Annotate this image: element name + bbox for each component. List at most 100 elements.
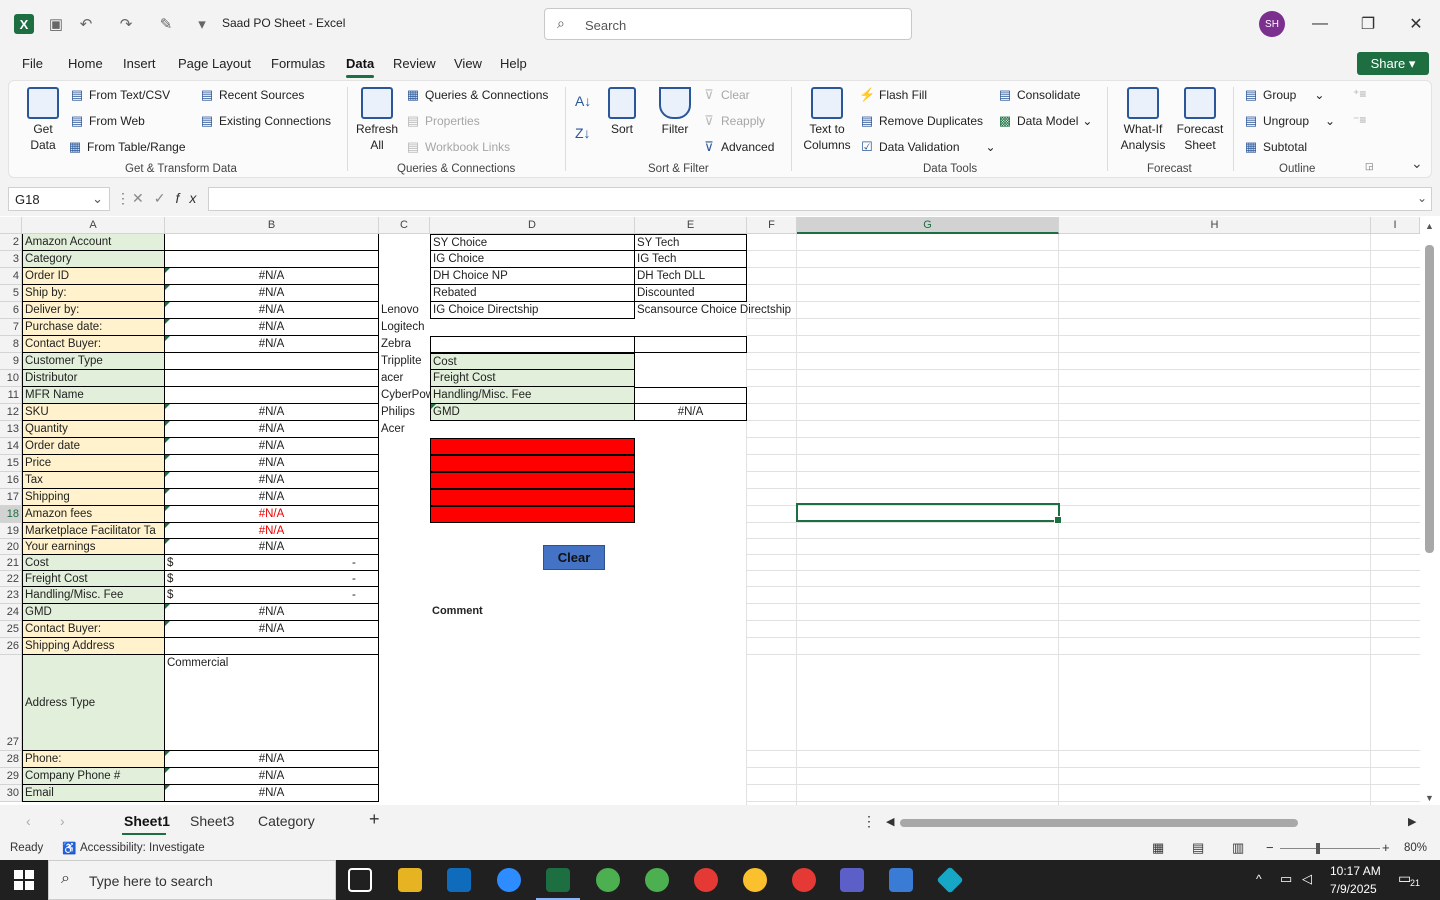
brand-list-item[interactable]: Logitech <box>379 319 430 336</box>
cell-value[interactable]: #N/A <box>165 768 379 785</box>
row-header[interactable]: 14 <box>0 438 22 455</box>
chevron-up-icon[interactable]: ^ <box>1256 872 1262 886</box>
summary-label[interactable]: GMD <box>430 404 635 421</box>
vertical-scroll-thumb[interactable] <box>1425 245 1434 553</box>
summary-label[interactable]: Freight Cost <box>430 370 635 387</box>
row-header[interactable]: 3 <box>0 251 22 268</box>
distributor-option[interactable]: IG Tech <box>635 251 747 268</box>
cell-value[interactable]: #N/A <box>165 604 379 621</box>
cell-label[interactable]: Ship by: <box>22 285 165 302</box>
flash-fill-button[interactable]: ⚡ Flash Fill <box>859 87 927 103</box>
cell-label[interactable]: Tax <box>22 472 165 489</box>
cell-value[interactable] <box>165 353 379 370</box>
more-options-icon[interactable]: ⋮ <box>862 813 876 830</box>
cell-label[interactable]: Category <box>22 251 165 268</box>
cell-value[interactable]: #N/A <box>165 539 379 555</box>
red-alert-cell[interactable] <box>430 438 635 455</box>
row-header[interactable]: 22 <box>0 571 22 587</box>
column-header-h[interactable]: H <box>1059 217 1371 234</box>
normal-view-icon[interactable]: ▦ <box>1152 840 1164 856</box>
cell-label[interactable]: Address Type <box>22 655 165 751</box>
accessibility-status[interactable]: Accessibility: Investigate <box>80 842 205 854</box>
from-text-csv-button[interactable]: ▤ From Text/CSV <box>69 87 170 103</box>
clock-time[interactable]: 10:17 AM <box>1330 864 1381 878</box>
cell-value[interactable] <box>165 387 379 404</box>
row-header[interactable]: 23 <box>0 587 22 604</box>
cell-label[interactable]: Your earnings <box>22 539 165 555</box>
distributor-option[interactable]: SY Tech <box>635 234 747 251</box>
consolidate-button[interactable]: ▤ Consolidate <box>997 87 1081 103</box>
cell-value[interactable]: $ <box>165 587 379 604</box>
scroll-down-icon[interactable]: ▼ <box>1425 793 1434 803</box>
row-header[interactable]: 10 <box>0 370 22 387</box>
cell-value[interactable]: #N/A <box>165 438 379 455</box>
more-options-icon[interactable]: ⋮ <box>116 190 130 207</box>
column-header-e[interactable]: E <box>635 217 747 234</box>
search-box[interactable]: ⌕ Search <box>544 8 912 40</box>
distributor-option[interactable]: Discounted <box>635 285 747 302</box>
column-header-c[interactable]: C <box>379 217 430 234</box>
row-header[interactable]: 18 <box>0 506 22 523</box>
empty-cell[interactable] <box>635 387 747 404</box>
recent-sources-button[interactable]: ▤ Recent Sources <box>199 87 305 103</box>
cell-label[interactable]: Amazon Account <box>22 234 165 251</box>
queries-connections-button[interactable]: ▦ Queries & Connections <box>405 87 549 103</box>
enter-icon[interactable]: ✓ <box>154 190 176 206</box>
properties-button[interactable]: ▤ Properties <box>405 113 480 129</box>
summary-label[interactable]: Handling/Misc. Fee <box>430 387 635 404</box>
menu-file[interactable]: File <box>22 56 43 71</box>
cell-label[interactable]: Email <box>22 785 165 802</box>
row-header[interactable]: 20 <box>0 539 22 555</box>
cell-value[interactable]: #N/A <box>165 751 379 768</box>
chrome-icon[interactable] <box>743 868 767 892</box>
cell-value[interactable]: #N/A <box>165 319 379 336</box>
row-header[interactable]: 6 <box>0 302 22 319</box>
cell-value[interactable]: #N/A <box>165 621 379 638</box>
forecast-sheet-button[interactable]: Forecast Sheet <box>1175 87 1225 153</box>
brand-list-item[interactable]: Acer <box>379 421 430 438</box>
menu-page-layout[interactable]: Page Layout <box>178 56 251 71</box>
data-validation-button[interactable]: ☑ Data Validation ⌄ <box>859 139 995 155</box>
advanced-filter-button[interactable]: ⊽ Advanced <box>701 139 774 155</box>
chrome-icon[interactable] <box>694 868 718 892</box>
cell-label[interactable]: Price <box>22 455 165 472</box>
network-icon[interactable]: ▭ <box>1280 871 1292 887</box>
column-header-a[interactable]: A <box>22 217 165 234</box>
get-data-button[interactable]: Get Data <box>23 87 63 153</box>
cell-label[interactable]: Order date <box>22 438 165 455</box>
app-icon[interactable] <box>936 866 964 894</box>
select-all-corner[interactable] <box>0 217 22 234</box>
cell-value[interactable]: #N/A <box>165 268 379 285</box>
close-icon[interactable]: ✕ <box>1404 12 1428 36</box>
scroll-left-icon[interactable]: ◀ <box>886 815 894 828</box>
cell-label[interactable]: SKU <box>22 404 165 421</box>
zoom-slider[interactable] <box>1280 848 1380 849</box>
row-header[interactable]: 30 <box>0 785 22 802</box>
cell-label[interactable]: Freight Cost <box>22 571 165 587</box>
gmd-value[interactable]: #N/A <box>635 404 747 421</box>
row-header[interactable]: 25 <box>0 621 22 638</box>
taskbar-search[interactable]: ⌕ Type here to search <box>48 860 336 900</box>
brand-list-item[interactable]: Lenovo <box>379 302 430 319</box>
clear-button[interactable]: Clear <box>543 545 605 570</box>
zoom-slider-thumb[interactable] <box>1316 843 1320 854</box>
cell-label[interactable]: GMD <box>22 604 165 621</box>
column-header-g[interactable]: G <box>797 217 1059 234</box>
menu-view[interactable]: View <box>454 56 482 71</box>
show-detail-icon[interactable]: ⁺≡ <box>1353 87 1366 101</box>
cell-value[interactable]: #N/A <box>165 285 379 302</box>
column-header-f[interactable]: F <box>747 217 797 234</box>
cell-label[interactable]: Order ID <box>22 268 165 285</box>
brand-list-item[interactable]: acer <box>379 370 430 387</box>
zoom-app-icon[interactable] <box>497 868 521 892</box>
row-header[interactable]: 26 <box>0 638 22 655</box>
column-header-d[interactable]: D <box>430 217 635 234</box>
menu-review[interactable]: Review <box>393 56 436 71</box>
row-header[interactable]: 28 <box>0 751 22 768</box>
cell-value[interactable] <box>165 638 379 655</box>
column-header-i[interactable]: I <box>1371 217 1420 234</box>
cell-value[interactable]: Commercial <box>165 655 379 751</box>
distributor-option[interactable]: Rebated <box>430 285 635 302</box>
menu-formulas[interactable]: Formulas <box>271 56 325 71</box>
row-header[interactable]: 16 <box>0 472 22 489</box>
